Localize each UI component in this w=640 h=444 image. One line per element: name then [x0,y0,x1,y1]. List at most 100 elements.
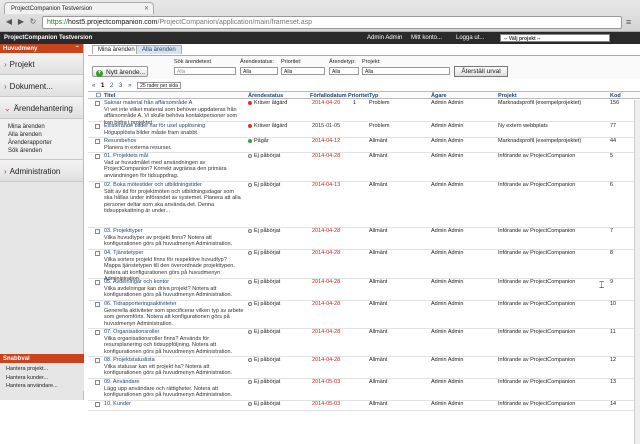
row-code: 10 [610,301,617,307]
pager-page-1[interactable]: 1 [101,83,104,89]
row-checkbox[interactable] [95,358,100,363]
row-title[interactable]: 10. Kunder [104,401,244,408]
row-checkbox[interactable] [95,124,100,129]
col-owner[interactable]: Ägare [431,93,447,99]
row-project: Införande av ProjectCompanion [498,301,576,307]
rows-per-page-select[interactable]: 25 rader per sida [137,82,181,89]
row-title[interactable]: 09. Användare [104,379,244,386]
row-checkbox[interactable] [95,302,100,307]
table-row[interactable]: 07. Organisationsroller Vilka organisatio… [88,329,640,357]
main-menu-header: Huvudmeny – [0,44,83,53]
submenu-arenderapporter[interactable]: Ärenderapporter [8,139,75,147]
row-title[interactable]: 01. Projektets mål [104,153,244,160]
my-account-link[interactable]: Mitt konto... [411,35,442,41]
submenu-mina-arenden[interactable]: Mina ärenden [8,123,75,131]
row-status-text: Ej påbörjat [254,379,281,385]
table-row[interactable]: Resursbehov Planera in externa resurser. P… [88,138,640,153]
table-row[interactable]: 10. Kunder Ej påbörjat 2014-05-03 Allmänt Ad… [88,401,640,411]
row-title[interactable]: 03. Projekttyper [104,228,244,235]
row-title[interactable]: 02. Boka mötestider och utbildningstider [104,182,244,189]
status-dot-icon [248,123,252,128]
col-due-date[interactable]: Förfallodatum [310,93,347,99]
table-row[interactable]: 06. Tidrapporteringsaktiviteter Generella… [88,301,640,329]
pager-next[interactable]: » [128,83,131,89]
pager-prev[interactable]: « [92,83,95,89]
row-type: Allmänt [369,153,388,159]
row-title[interactable]: 05. Avdelningar och kontor [104,279,244,286]
row-project: Införande av ProjectCompanion [498,250,576,256]
status-filter-select[interactable]: Alla [240,67,278,75]
table-row[interactable]: 04. Tjänstetyper Vilka sorters projekt fi… [88,250,640,282]
type-filter-select[interactable]: Alla [329,67,359,75]
row-description: Lägg upp användare och rättigheter. Note… [104,385,233,399]
row-checkbox[interactable] [95,280,100,285]
browser-tab[interactable]: ProjectCompanion Testversion ✕ [4,2,154,14]
row-checkbox[interactable] [95,101,100,106]
browser-chrome: ProjectCompanion Testversion ✕ ◀ ▶ ↻ htt… [0,0,640,32]
search-input[interactable]: Alla [174,67,236,75]
quick-link-customers[interactable]: Hantera kunder... [0,373,84,382]
row-checkbox[interactable] [95,402,100,407]
col-status[interactable]: Ärendestatus [248,93,283,99]
row-status-text: Ej påbörjat [254,250,281,256]
browser-menu-icon[interactable]: ≡ [626,17,636,27]
priority-filter-select[interactable]: Alla [281,67,325,75]
pager-page-2[interactable]: 2 [110,83,113,89]
col-priority[interactable]: Prioritet [348,93,369,99]
table-row[interactable]: 03. Projekttyper Vilka huvudtyper av proj… [88,228,640,250]
sidebar-item-administration[interactable]: › Administration [0,160,83,182]
new-issue-label: Nytt ärende... [106,68,146,76]
address-bar[interactable]: https://host5.projectcompanion.com/Proje… [42,16,622,29]
scrollbar[interactable] [634,100,640,444]
tab-mina-arenden[interactable]: Mina ärenden [92,45,141,54]
table-row[interactable]: 01. Projektets mål Vad ar huvudmålet med … [88,153,640,182]
row-checkbox[interactable] [95,183,100,188]
table-row[interactable]: 09. Användare Lägg upp användare och rätt… [88,379,640,401]
tab-alla-arenden[interactable]: Alla ärenden [136,45,182,54]
row-checkbox[interactable] [95,154,100,159]
reload-icon[interactable]: ↻ [28,17,38,27]
new-issue-button[interactable]: + Nytt ärende... [92,66,148,77]
row-title[interactable]: Resursbehov [104,138,244,145]
submenu-alla-arenden[interactable]: Alla ärenden [8,131,75,139]
table-row[interactable]: 02. Boka mötestider och utbildningstider… [88,182,640,228]
project-filter-select[interactable]: Alla [362,67,450,75]
pager-page-3[interactable]: 3 [119,83,122,89]
logout-link[interactable]: Logga ut... [456,35,484,41]
select-all-checkbox[interactable]: ☐ [96,93,101,99]
sidebar-item-dokument[interactable]: › Dokument... [0,75,83,97]
col-type[interactable]: Typ [369,93,378,99]
row-checkbox[interactable] [95,251,100,256]
main-content: Mina ärenden Alla ärenden + Nytt ärende..… [88,44,640,444]
sidebar-item-projekt[interactable]: › Projekt [0,53,83,75]
project-select[interactable]: -- Välj projekt -- [500,34,610,42]
table-row[interactable]: 05. Avdelningar och kontor Vilka avdelnin… [88,279,640,301]
row-checkbox[interactable] [95,380,100,385]
back-icon[interactable]: ◀ [4,17,14,27]
row-checkbox[interactable] [95,229,100,234]
table-row[interactable]: Existerande bilder har för usel upplösni… [88,123,640,138]
row-title[interactable]: 07. Organisationsroller [104,329,244,336]
row-title[interactable]: 04. Tjänstetyper [104,250,244,257]
row-title[interactable]: Saknar material från affärsområde A [104,100,244,107]
quick-link-projects[interactable]: Hantera projekt... [0,363,84,374]
submenu-sok-arenden[interactable]: Sök ärenden [8,147,75,155]
table-row[interactable]: 08. Projektstatuslista Vilka statusar kan… [88,357,640,379]
row-title[interactable]: 06. Tidrapporteringsaktiviteter [104,301,244,308]
row-title[interactable]: 08. Projektstatuslista [104,357,244,364]
row-checkbox[interactable] [95,330,100,335]
col-project[interactable]: Projekt [498,93,517,99]
forward-icon[interactable]: ▶ [16,17,26,27]
table-row[interactable]: Saknar material från affärsområde A Vi ve… [88,100,640,126]
url-path: /ProjectCompanion/application/main/frame… [157,19,312,26]
sidebar-item-arendehantering[interactable]: ⌄ Ärendehantering [0,97,83,119]
col-title[interactable]: Titel [104,93,115,99]
reset-filter-button[interactable]: Återställ urval [454,66,508,77]
col-code[interactable]: Kod [610,93,621,99]
quick-link-users[interactable]: Hantera användare... [0,382,84,391]
sidebar-submenu: Mina ärenden Alla ärenden Ärenderapporte… [0,119,83,160]
row-checkbox[interactable] [95,139,100,144]
collapse-icon[interactable]: – [76,44,79,50]
close-tab-icon[interactable]: ✕ [144,5,149,12]
row-title[interactable]: Existerande bilder har för usel upplösni… [104,123,244,130]
